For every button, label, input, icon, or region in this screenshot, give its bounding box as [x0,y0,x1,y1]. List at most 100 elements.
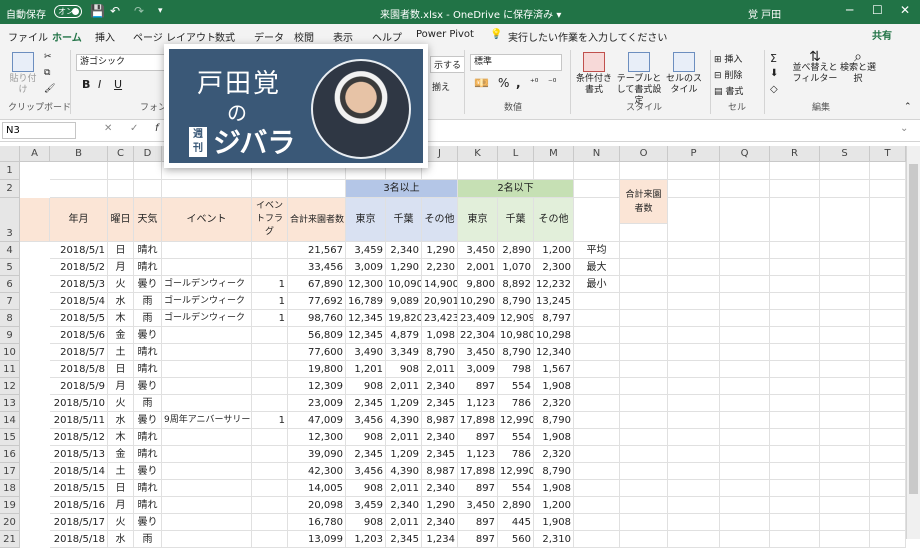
weekday-cell[interactable]: 水 [108,412,134,429]
currency-icon[interactable]: 💴 [474,76,489,90]
date-cell[interactable]: 2018/5/11 [50,412,108,429]
select-all-corner[interactable] [0,146,20,162]
empty-cell[interactable] [820,429,870,446]
header-a[interactable] [20,198,50,242]
flag-cell[interactable] [252,242,288,259]
chiba-cell[interactable]: 908 [386,361,422,378]
empty-cell[interactable] [574,395,620,412]
event-cell[interactable] [162,463,252,480]
empty-cell[interactable] [288,180,346,198]
empty-cell[interactable] [50,180,108,198]
other-cell[interactable]: 2,340 [422,378,458,395]
weather-cell[interactable]: 曇り [134,276,162,293]
empty-cell[interactable] [820,446,870,463]
tokyo2-cell[interactable]: 3,009 [458,361,498,378]
flag-cell[interactable] [252,497,288,514]
tokyo2-cell[interactable]: 3,450 [458,344,498,361]
chiba2-cell[interactable]: 445 [498,514,534,531]
empty-cell[interactable] [534,162,574,180]
other-cell[interactable]: 20,901 [422,293,458,310]
chiba2-cell[interactable]: 12,990 [498,463,534,480]
chiba-cell[interactable]: 2,011 [386,514,422,531]
total-cell[interactable]: 16,780 [288,514,346,531]
empty-cell[interactable] [720,310,770,327]
weather-cell[interactable]: 曇り [134,463,162,480]
empty-cell[interactable] [770,463,820,480]
total-cell[interactable]: 23,009 [288,395,346,412]
column-header[interactable]: O [620,146,668,162]
empty-cell[interactable] [720,514,770,531]
empty-cell[interactable] [620,531,668,548]
find-select-button[interactable]: ⌕ 検索と選択 [838,50,878,85]
empty-cell[interactable] [668,463,720,480]
weather-cell[interactable]: 晴れ [134,446,162,463]
other2-cell[interactable]: 10,298 [534,327,574,344]
header-chiba[interactable]: 千葉 [386,198,422,242]
other2-cell[interactable]: 8,797 [534,310,574,327]
weekday-cell[interactable]: 日 [108,480,134,497]
total-cell[interactable]: 20,098 [288,497,346,514]
chiba-cell[interactable]: 2,011 [386,480,422,497]
flag-cell[interactable]: 1 [252,412,288,429]
empty-cell[interactable] [108,180,134,198]
total-cell[interactable]: 12,300 [288,429,346,446]
empty-cell[interactable] [720,293,770,310]
tab-insert[interactable]: 挿入 [95,29,115,44]
sort-filter-button[interactable]: ⇅ 並べ替えとフィルター [792,50,838,85]
row-header[interactable]: 12 [0,378,20,395]
autosave-toggle[interactable]: オン [54,5,82,18]
empty-cell[interactable] [770,412,820,429]
empty-cell[interactable] [770,446,820,463]
empty-cell[interactable] [870,514,906,531]
flag-cell[interactable] [252,463,288,480]
undo-icon[interactable]: ↶ [110,4,120,18]
chiba2-cell[interactable]: 8,892 [498,276,534,293]
weather-cell[interactable]: 晴れ [134,497,162,514]
weekday-cell[interactable]: 日 [108,242,134,259]
column-header[interactable]: C [108,146,134,162]
weekday-cell[interactable]: 火 [108,276,134,293]
chiba-cell[interactable]: 1,290 [386,259,422,276]
event-cell[interactable] [162,242,252,259]
other-cell[interactable]: 14,900 [422,276,458,293]
tokyo-cell[interactable]: 908 [346,429,386,446]
empty-cell[interactable] [620,327,668,344]
empty-cell[interactable] [770,531,820,548]
event-cell[interactable]: 9周年アニバーサリー [162,412,252,429]
other2-cell[interactable]: 1,200 [534,497,574,514]
date-cell[interactable]: 2018/5/12 [50,429,108,446]
empty-cell[interactable] [574,162,620,180]
tokyo-cell[interactable]: 908 [346,378,386,395]
tokyo-cell[interactable]: 3,459 [346,497,386,514]
weather-cell[interactable]: 曇り [134,412,162,429]
scrollbar-thumb[interactable] [909,164,918,494]
other2-cell[interactable]: 1,567 [534,361,574,378]
empty-cell[interactable] [720,480,770,497]
total-cell[interactable]: 19,800 [288,361,346,378]
tokyo2-cell[interactable]: 2,001 [458,259,498,276]
empty-cell[interactable] [668,293,720,310]
column-header[interactable]: R [770,146,820,162]
weekday-cell[interactable]: 月 [108,497,134,514]
tokyo-cell[interactable]: 1,201 [346,361,386,378]
tab-page-layout[interactable]: ページ レイアウト [133,29,216,44]
empty-cell[interactable] [620,242,668,259]
tab-help[interactable]: ヘルプ [372,29,402,44]
empty-cell[interactable] [668,446,720,463]
row-header[interactable]: 21 [0,531,20,548]
event-cell[interactable] [162,378,252,395]
empty-cell[interactable] [870,429,906,446]
empty-cell[interactable] [668,276,720,293]
flag-cell[interactable] [252,514,288,531]
tokyo2-cell[interactable]: 10,290 [458,293,498,310]
date-cell[interactable]: 2018/5/14 [50,463,108,480]
format-cells-button[interactable]: ▤ 書式 [714,84,743,97]
empty-cell[interactable] [820,310,870,327]
tab-view[interactable]: 表示 [333,29,353,44]
weather-cell[interactable]: 晴れ [134,480,162,497]
empty-cell[interactable] [820,344,870,361]
total-cell[interactable]: 12,309 [288,378,346,395]
empty-cell[interactable] [870,378,906,395]
row-header[interactable]: 15 [0,429,20,446]
other-cell[interactable]: 2,011 [422,361,458,378]
